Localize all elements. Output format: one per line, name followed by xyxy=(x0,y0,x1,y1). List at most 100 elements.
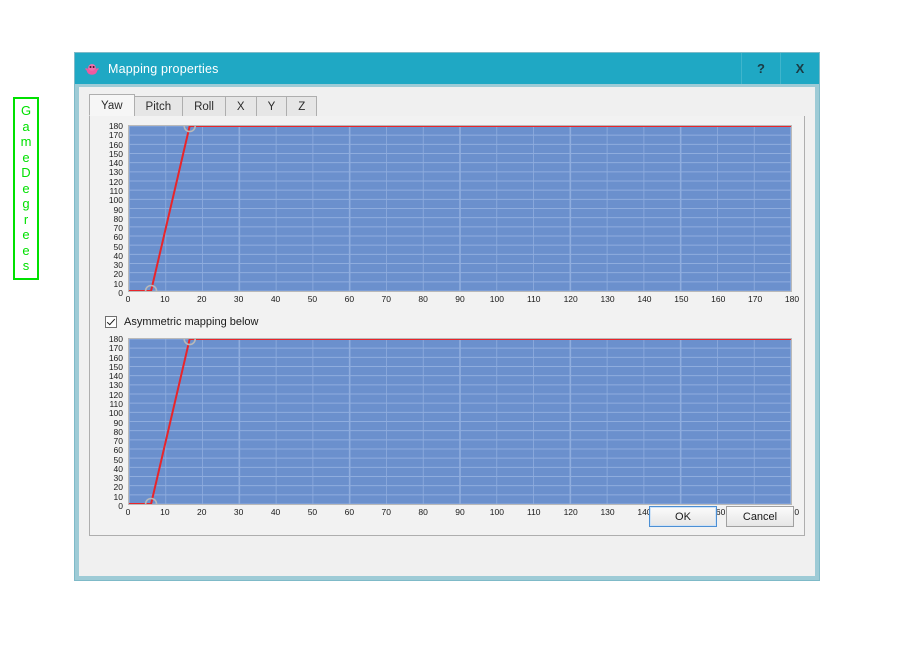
x-tick-label: 110 xyxy=(526,507,541,517)
y-tick-label: 10 xyxy=(113,491,123,502)
y-tick-label: 110 xyxy=(109,398,123,409)
y-tick-label: 170 xyxy=(108,130,123,141)
title-bar: Mapping properties ? X xyxy=(75,53,819,84)
tab-strip: Yaw Pitch Roll X Y Z xyxy=(89,94,805,117)
x-tick-label: 20 xyxy=(197,294,207,304)
help-button[interactable]: ? xyxy=(741,53,780,84)
x-tick-label: 80 xyxy=(418,507,428,517)
y-tick-label: 80 xyxy=(113,426,123,437)
y-tick-label: 170 xyxy=(108,343,123,354)
x-tick-label: 90 xyxy=(455,294,465,304)
y-tick-label: 160 xyxy=(108,139,123,150)
x-tick-label: 20 xyxy=(197,507,207,517)
x-tick-label: 50 xyxy=(307,294,318,304)
tab-z[interactable]: Z xyxy=(286,96,318,116)
game-degrees-letter: e xyxy=(22,149,30,165)
lower-chart-svg xyxy=(129,339,791,504)
game-degrees-letter: D xyxy=(21,165,31,180)
x-tick-label: 40 xyxy=(270,507,281,517)
cancel-button[interactable]: Cancel xyxy=(726,506,794,527)
x-tick-label: 60 xyxy=(344,507,355,517)
x-tick-label: 100 xyxy=(489,507,504,517)
asymmetric-mapping-row[interactable]: Asymmetric mapping below xyxy=(105,316,259,328)
y-tick-label: 90 xyxy=(113,204,123,215)
game-degrees-letter: g xyxy=(22,196,30,211)
y-tick-label: 160 xyxy=(108,352,123,363)
game-degrees-letter: e xyxy=(22,180,30,196)
x-tick-label: 50 xyxy=(307,507,318,517)
y-tick-label: 100 xyxy=(108,408,123,419)
game-degrees-annotation: GameDegrees xyxy=(13,97,39,280)
x-tick-label: 130 xyxy=(600,507,615,517)
tab-page-yaw: 0 10 20 30 40 50 60 70 80 90 100 110 120 130 140 150 160… xyxy=(89,116,805,536)
upper-mapping-chart[interactable]: 0 10 20 30 40 50 60 70 80 90 100 110 120 130 140 150 160… xyxy=(102,121,799,309)
close-button[interactable]: X xyxy=(780,53,819,84)
x-tick-label: 0 xyxy=(125,294,131,304)
y-tick-label: 0 xyxy=(118,501,123,511)
lower-mapping-chart[interactable]: 0 10 20 30 40 50 60 70 80 90 100 110 120 130 140 150 160… xyxy=(102,334,799,522)
opentrack-app-icon xyxy=(85,62,99,76)
y-tick-label: 40 xyxy=(113,250,123,261)
x-tick-label: 140 xyxy=(637,294,652,304)
y-tick-label: 20 xyxy=(113,269,123,280)
lower-chart-plot-area[interactable] xyxy=(128,338,792,505)
ok-button[interactable]: OK xyxy=(649,506,717,527)
x-tick-label: 10 xyxy=(160,507,170,517)
x-tick-label: 120 xyxy=(563,294,578,304)
game-degrees-letter: e xyxy=(22,242,30,258)
upper-chart-svg xyxy=(129,126,791,291)
x-tick-label: 130 xyxy=(600,294,615,304)
x-tick-label: 70 xyxy=(381,507,391,517)
tab-roll[interactable]: Roll xyxy=(182,96,226,116)
x-tick-label: 40 xyxy=(270,294,281,304)
y-tick-label: 130 xyxy=(108,380,123,391)
x-tick-label: 80 xyxy=(418,294,428,304)
y-tick-label: 180 xyxy=(108,334,123,344)
x-tick-label: 170 xyxy=(748,294,763,304)
dialog-footer: OK Cancel xyxy=(649,506,794,527)
game-degrees-letter: e xyxy=(22,227,30,242)
y-tick-label: 10 xyxy=(113,278,123,289)
tab-pitch[interactable]: Pitch xyxy=(133,96,184,116)
asymmetric-mapping-label: Asymmetric mapping below xyxy=(124,316,259,328)
y-tick-label: 150 xyxy=(108,361,123,372)
game-degrees-letter: G xyxy=(20,103,32,118)
lower-chart-y-axis-labels: 0 10 20 30 40 50 60 70 80 90 100 110 120 130 140 150 160… xyxy=(102,334,125,511)
upper-chart-y-axis-labels: 0 10 20 30 40 50 60 70 80 90 100 110 120 130 140 150 160… xyxy=(102,121,125,298)
x-tick-label: 30 xyxy=(233,507,244,517)
upper-chart-plot-area[interactable] xyxy=(128,125,792,292)
y-tick-label: 60 xyxy=(113,445,123,456)
y-tick-label: 60 xyxy=(113,232,123,243)
tab-y[interactable]: Y xyxy=(255,96,288,116)
game-degrees-letter: s xyxy=(22,258,30,273)
y-tick-label: 0 xyxy=(118,288,123,298)
y-tick-label: 140 xyxy=(108,158,123,169)
y-tick-label: 140 xyxy=(108,371,123,382)
y-tick-label: 30 xyxy=(113,473,123,484)
x-tick-label: 100 xyxy=(489,294,504,304)
y-tick-label: 50 xyxy=(113,454,123,465)
window-title: Mapping properties xyxy=(108,61,219,76)
asymmetric-mapping-checkbox[interactable] xyxy=(105,316,117,328)
x-tick-label: 150 xyxy=(674,294,689,304)
x-tick-label: 70 xyxy=(381,294,391,304)
mapping-properties-dialog: Mapping properties ? X Yaw Pitch Roll X … xyxy=(74,52,820,581)
y-tick-label: 80 xyxy=(113,213,123,224)
y-tick-label: 50 xyxy=(113,241,123,252)
x-tick-label: 30 xyxy=(233,294,244,304)
y-tick-label: 180 xyxy=(108,121,123,131)
x-tick-label: 10 xyxy=(160,294,170,304)
tab-yaw[interactable]: Yaw xyxy=(89,94,135,116)
upper-chart-x-axis-labels: 0 10 20 30 40 50 60 70 80 90 100 110 120 130 140 150 160… xyxy=(125,294,799,306)
x-tick-label: 180 xyxy=(784,294,800,304)
y-tick-label: 70 xyxy=(113,436,123,447)
tab-x[interactable]: X xyxy=(224,96,257,116)
x-tick-label: 160 xyxy=(711,294,726,304)
y-tick-label: 70 xyxy=(113,223,123,234)
x-tick-label: 110 xyxy=(526,294,541,304)
y-tick-label: 30 xyxy=(113,260,123,271)
x-tick-label: 120 xyxy=(563,507,578,517)
y-tick-label: 120 xyxy=(108,176,123,187)
dialog-body: Yaw Pitch Roll X Y Z 0 10 20 30 40 50 60 70 80 90… xyxy=(79,87,815,576)
x-tick-label: 60 xyxy=(344,294,355,304)
